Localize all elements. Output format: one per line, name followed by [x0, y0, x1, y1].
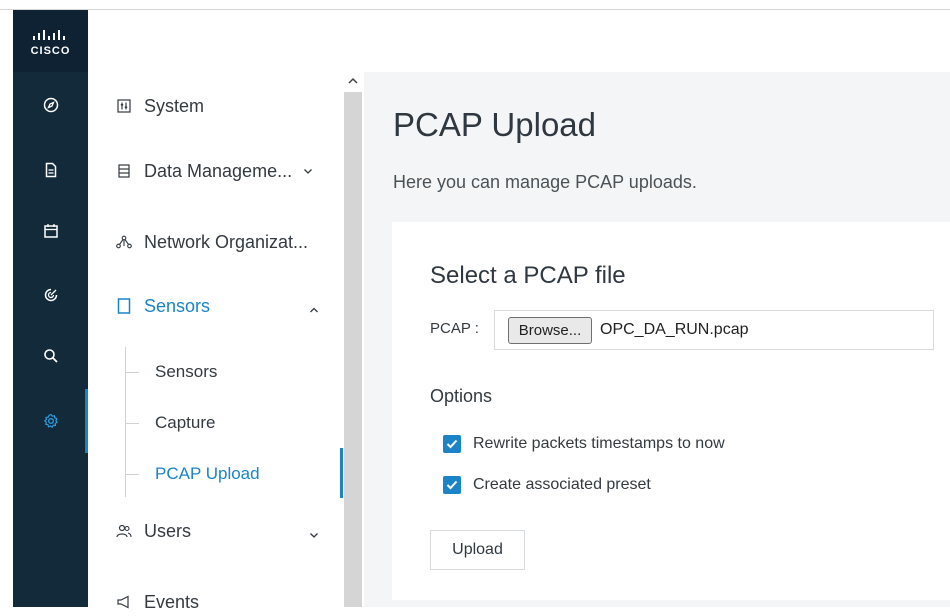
checkbox-checked[interactable] [443, 476, 461, 494]
sub-item-label: Capture [155, 413, 216, 432]
megaphone-icon [116, 594, 132, 610]
checkmark-icon [446, 439, 458, 449]
nav-item-data-management[interactable]: Data Manageme... [116, 157, 314, 185]
nav-item-users[interactable]: Users [116, 517, 191, 545]
settings-nav: System Data Manageme... Network Organiza… [88, 72, 344, 612]
sub-item-label: Sensors [155, 362, 218, 381]
document-icon [45, 162, 56, 178]
upload-button[interactable]: Upload [430, 530, 525, 570]
option-create-preset[interactable]: Create associated preset [443, 475, 651, 495]
rail-explore[interactable] [13, 80, 88, 130]
system-icon [116, 98, 132, 114]
nav-item-events[interactable]: Events [116, 588, 199, 616]
checkbox-checked[interactable] [443, 435, 461, 453]
nav-item-label: Users [144, 520, 192, 541]
page-description: Here you can manage PCAP uploads. [393, 172, 697, 192]
nav-item-label: Network Organizat... [144, 231, 309, 252]
cisco-logo[interactable]: CISCO [13, 10, 88, 72]
checkbox-label: Rewrite packets timestamps to now [473, 435, 725, 452]
cisco-wordmark: CISCO [30, 45, 71, 57]
sub-item-label: PCAP Upload [155, 464, 260, 483]
target-icon [44, 288, 57, 302]
users-icon [116, 523, 132, 539]
nav-item-sensors[interactable]: Sensors [116, 292, 210, 320]
rail-calendar[interactable] [13, 206, 88, 256]
rail-admin[interactable] [13, 389, 88, 453]
rail-search[interactable] [13, 331, 88, 381]
selected-file-name: OPC_DA_RUN.pcap [600, 321, 749, 338]
sub-item-sensors[interactable]: Sensors [125, 360, 217, 384]
scroll-up-arrow-icon[interactable] [346, 75, 360, 87]
rail-reports[interactable] [13, 145, 88, 195]
rail-detection[interactable] [13, 270, 88, 320]
nav-item-label: System [144, 95, 205, 116]
search-icon [43, 349, 58, 363]
top-header [88, 10, 950, 72]
database-icon [116, 163, 132, 179]
cisco-bars-icon [33, 30, 65, 40]
sub-item-pcap-upload[interactable]: PCAP Upload [125, 462, 260, 486]
checkmark-icon [446, 480, 458, 490]
gear-icon [43, 413, 58, 429]
nav-item-label: Events [144, 591, 200, 612]
checkbox-label: Create associated preset [473, 476, 651, 493]
chevron-up-icon[interactable] [308, 304, 320, 316]
sensor-icon [116, 298, 132, 314]
nav-item-label: Sensors [144, 295, 211, 316]
pcap-field-label: PCAP : [430, 320, 479, 337]
scrollbar-thumb[interactable] [344, 92, 362, 607]
network-icon [116, 234, 132, 250]
chevron-down-icon [304, 169, 313, 174]
nav-item-network-organization[interactable]: Network Organizat... [116, 228, 308, 256]
calendar-icon [43, 224, 58, 238]
browse-button[interactable]: Browse... [508, 317, 592, 344]
chevron-down-icon[interactable] [308, 529, 320, 541]
nav-item-system[interactable]: System [116, 92, 204, 120]
compass-icon [43, 97, 58, 113]
page-title: PCAP Upload [393, 106, 597, 143]
options-heading: Options [430, 386, 493, 406]
active-indicator [340, 448, 343, 498]
option-rewrite-timestamps[interactable]: Rewrite packets timestamps to now [443, 434, 725, 454]
card-title: Select a PCAP file [430, 262, 626, 289]
nav-item-label: Data Manageme... [144, 160, 293, 181]
sub-item-capture[interactable]: Capture [125, 411, 215, 435]
